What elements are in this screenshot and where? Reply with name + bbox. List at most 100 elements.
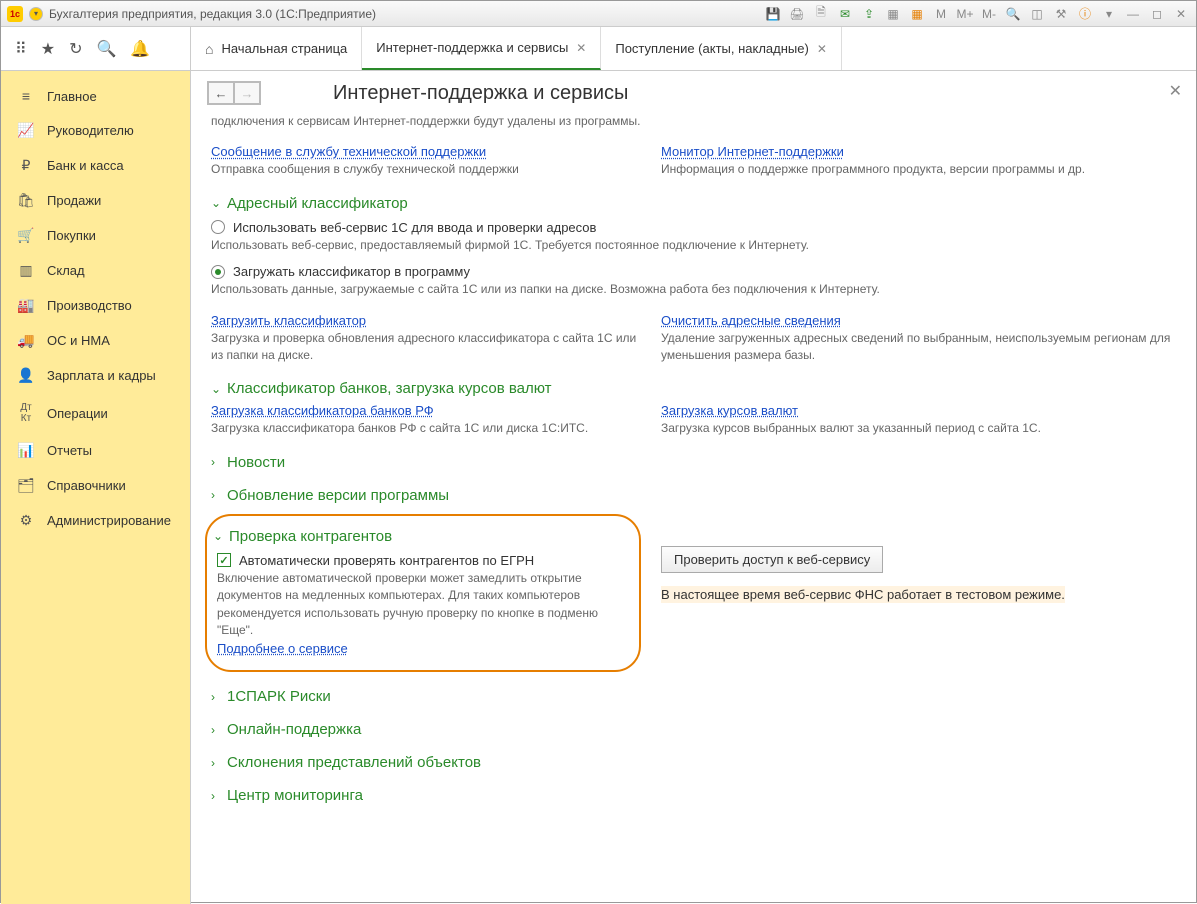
- section-spark[interactable]: ›1СПАРК Риски: [211, 688, 1176, 705]
- save-icon[interactable]: 💾: [764, 5, 782, 23]
- currency-rates-link[interactable]: Загрузка курсов валют: [661, 403, 1176, 418]
- sidebar-item-operations[interactable]: ДтКтОперации: [1, 393, 190, 433]
- sidebar-item-hr[interactable]: 👤 Зарплата и кадры: [1, 358, 190, 393]
- send-icon[interactable]: ✉: [836, 5, 854, 23]
- intro-description: подключения к сервисам Интернет-поддержк…: [211, 113, 1176, 130]
- chevron-right-icon: ›: [211, 723, 221, 737]
- sidebar-item-main[interactable]: ≡Главное: [1, 79, 190, 113]
- load-classifier-link[interactable]: Загрузить классификатор: [211, 313, 641, 328]
- sidebar-item-bank[interactable]: ₽Банк и касса: [1, 148, 190, 183]
- apps-icon[interactable]: ⠿: [15, 39, 27, 59]
- person-icon: 👤: [17, 367, 35, 384]
- close-tab-icon[interactable]: ✕: [576, 41, 586, 55]
- section-banks[interactable]: ⌄Классификатор банков, загрузка курсов в…: [211, 380, 1176, 397]
- sidebar-item-manager[interactable]: 📈Руководителю: [1, 113, 190, 148]
- info-icon[interactable]: ⓘ: [1076, 5, 1094, 23]
- compare-icon[interactable]: 🗎: [812, 5, 830, 23]
- monitor-link[interactable]: Монитор Интернет-поддержки: [661, 144, 1176, 159]
- bell-icon[interactable]: 🔔: [130, 39, 150, 59]
- section-declensions[interactable]: ›Склонения представлений объектов: [211, 754, 1176, 771]
- section-label: Новости: [227, 454, 285, 471]
- m-icon[interactable]: M: [932, 5, 950, 23]
- radio-selected-icon: [211, 265, 225, 279]
- zoom-icon[interactable]: 🔍: [1004, 5, 1022, 23]
- m-plus-icon[interactable]: M+: [956, 5, 974, 23]
- ruble-icon: ₽: [17, 157, 35, 174]
- section-online-support[interactable]: ›Онлайн-поддержка: [211, 721, 1176, 738]
- content-scroll[interactable]: подключения к сервисам Интернет-поддержк…: [191, 111, 1196, 904]
- sidebar-item-reports[interactable]: 📊Отчеты: [1, 433, 190, 468]
- export-icon[interactable]: ⇪: [860, 5, 878, 23]
- sidebar-item-label: Операции: [47, 406, 108, 421]
- section-counterparty-check[interactable]: ⌄ Проверка контрагентов: [213, 528, 623, 545]
- counterparty-check-highlight: ⌄ Проверка контрагентов ✓ Автоматически п…: [205, 514, 641, 673]
- sidebar-item-admin[interactable]: ⚙Администрирование: [1, 503, 190, 538]
- dropdown-icon[interactable]: ▾: [1100, 5, 1118, 23]
- nav-forward-button[interactable]: →: [234, 82, 260, 104]
- app-menu-dropdown-icon[interactable]: ▾: [29, 7, 43, 21]
- support-message-link[interactable]: Сообщение в службу технической поддержки: [211, 144, 641, 159]
- more-about-service-link[interactable]: Подробнее о сервисе: [217, 641, 348, 656]
- m-minus-icon[interactable]: M-: [980, 5, 998, 23]
- tools-icon[interactable]: ⚒: [1052, 5, 1070, 23]
- folder-icon: 🗂: [17, 477, 35, 494]
- tab-bar: ⠿ ★ ↻ 🔍 🔔 ⌂ Начальная страница Интернет-…: [1, 27, 1196, 71]
- close-window-icon[interactable]: ✕: [1172, 5, 1190, 23]
- sidebar-item-warehouse[interactable]: ▥Склад: [1, 253, 190, 288]
- banks-classifier-desc: Загрузка классификатора банков РФ с сайт…: [211, 420, 641, 437]
- radio-load-desc: Использовать данные, загружаемые с сайта…: [211, 281, 1176, 298]
- sidebar-item-catalogs[interactable]: 🗂Справочники: [1, 468, 190, 503]
- chevron-right-icon: ›: [211, 488, 221, 502]
- auto-check-desc: Включение автоматической проверки может …: [217, 570, 623, 640]
- clear-address-link[interactable]: Очистить адресные сведения: [661, 313, 1176, 328]
- clear-address-desc: Удаление загруженных адресных сведений п…: [661, 330, 1176, 365]
- app-logo-icon: 1c: [7, 6, 23, 22]
- banks-classifier-link[interactable]: Загрузка классификатора банков РФ: [211, 403, 641, 418]
- sidebar-item-label: Главное: [47, 89, 97, 104]
- maximize-icon[interactable]: ◻: [1148, 5, 1166, 23]
- tab-receipts[interactable]: Поступление (акты, накладные) ✕: [601, 27, 842, 70]
- sidebar-item-sales[interactable]: 🛍Продажи: [1, 183, 190, 218]
- print-icon[interactable]: 🖨: [788, 5, 806, 23]
- radio-webservice[interactable]: Использовать веб-сервис 1С для ввода и п…: [211, 220, 1176, 235]
- home-icon: ⌂: [205, 41, 213, 57]
- sidebar-item-label: Зарплата и кадры: [47, 368, 156, 383]
- close-page-icon[interactable]: ✕: [1169, 81, 1182, 101]
- nav-back-button[interactable]: ←: [208, 82, 234, 104]
- section-update[interactable]: ›Обновление версии программы: [211, 487, 1176, 504]
- calendar31-icon[interactable]: ▦: [908, 5, 926, 23]
- check-webservice-button[interactable]: Проверить доступ к веб-сервису: [661, 546, 883, 573]
- history-icon[interactable]: ↻: [69, 39, 82, 59]
- chevron-down-icon: ⌄: [211, 196, 221, 210]
- tab-home[interactable]: ⌂ Начальная страница: [191, 27, 362, 70]
- currency-rates-desc: Загрузка курсов выбранных валют за указа…: [661, 420, 1176, 437]
- search-icon[interactable]: 🔍: [96, 39, 116, 59]
- section-monitor-center[interactable]: ›Центр мониторинга: [211, 787, 1176, 804]
- load-classifier-desc: Загрузка и проверка обновления адресного…: [211, 330, 641, 365]
- sidebar-item-production[interactable]: 🏭Производство: [1, 288, 190, 323]
- section-address-classifier[interactable]: ⌄ Адресный классификатор: [211, 195, 1176, 212]
- radio-label: Использовать веб-сервис 1С для ввода и п…: [233, 220, 596, 235]
- calendar-icon[interactable]: ▦: [884, 5, 902, 23]
- sidebar-item-purchases[interactable]: 🛒Покупки: [1, 218, 190, 253]
- checkbox-auto-check[interactable]: ✓ Автоматически проверять контрагентов п…: [217, 553, 623, 568]
- section-label: Проверка контрагентов: [229, 528, 392, 545]
- sidebar-item-label: Покупки: [47, 228, 96, 243]
- sidebar-item-assets[interactable]: 🚚ОС и НМА: [1, 323, 190, 358]
- chevron-down-icon: ⌄: [213, 529, 223, 543]
- tab-label: Начальная страница: [221, 41, 347, 56]
- section-label: 1СПАРК Риски: [227, 688, 331, 705]
- minimize-icon[interactable]: —: [1124, 5, 1142, 23]
- star-icon[interactable]: ★: [41, 39, 55, 59]
- close-tab-icon[interactable]: ✕: [817, 42, 827, 56]
- sidebar-item-label: Склад: [47, 263, 85, 278]
- webservice-warning: В настоящее время веб-сервис ФНС работае…: [661, 586, 1065, 603]
- gear-icon: ⚙: [17, 512, 35, 529]
- panel-icon[interactable]: ◫: [1028, 5, 1046, 23]
- truck-icon: 🚚: [17, 332, 35, 349]
- section-label: Адресный классификатор: [227, 195, 408, 212]
- section-label: Центр мониторинга: [227, 787, 363, 804]
- radio-load-classifier[interactable]: Загружать классификатор в программу: [211, 264, 1176, 279]
- section-news[interactable]: ›Новости: [211, 454, 1176, 471]
- tab-internet-support[interactable]: Интернет-поддержка и сервисы ✕: [362, 27, 601, 70]
